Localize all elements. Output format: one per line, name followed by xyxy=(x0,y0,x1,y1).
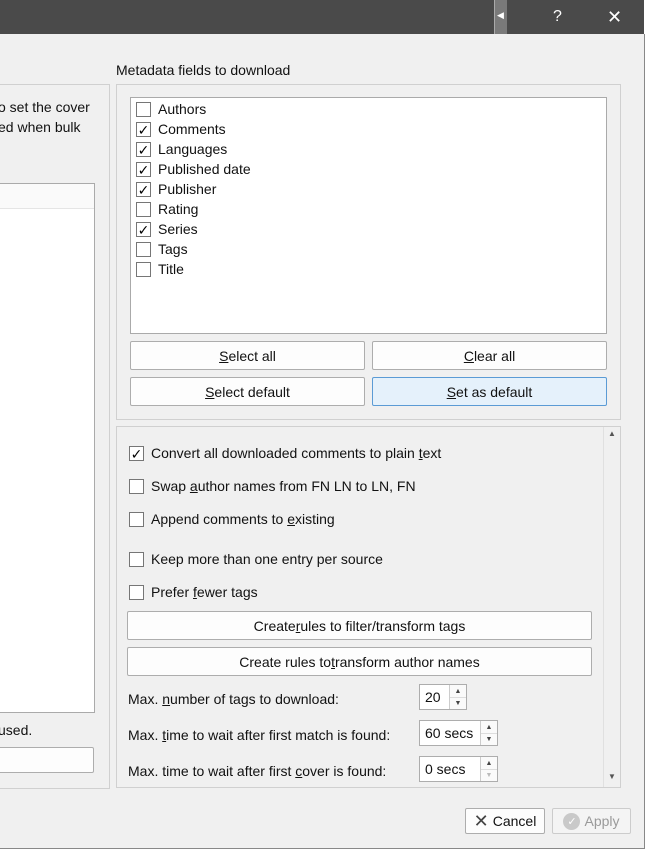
max-wait-cover-spinbox[interactable]: 0 secs ▲ ▼ xyxy=(419,756,498,782)
title-bar: ◀ ? ✕ xyxy=(0,0,644,34)
keep-more-checkbox[interactable] xyxy=(129,552,144,567)
field-checkbox[interactable] xyxy=(136,242,151,257)
clear-all-button[interactable]: Clear all xyxy=(372,341,607,370)
scroll-down-icon[interactable]: ▼ xyxy=(604,772,620,781)
field-list-item[interactable]: ✓ Languages xyxy=(134,140,599,160)
resize-handle[interactable]: ◀ xyxy=(494,0,507,34)
checkmark-icon: ✓ xyxy=(137,161,150,178)
max-tags-spinbox[interactable]: 20 ▲ ▼ xyxy=(419,684,467,710)
help-button[interactable]: ? xyxy=(535,0,580,34)
field-label: Title xyxy=(158,261,184,277)
options-panel: ✓ Convert all downloaded comments to pla… xyxy=(116,426,621,788)
field-list-item[interactable]: ✓ Publisher xyxy=(134,180,599,200)
prefer-fewer-tags-label: Prefer fewer tags xyxy=(151,584,258,600)
prefer-fewer-tags-checkbox[interactable] xyxy=(129,585,144,600)
convert-comments-checkbox[interactable]: ✓ xyxy=(129,446,144,461)
left-description-line2: ed when bulk xyxy=(0,119,81,135)
field-list-item[interactable]: Tags xyxy=(134,240,599,260)
max-wait-match-spinbox[interactable]: 60 secs ▲ ▼ xyxy=(419,720,498,746)
field-list-item[interactable]: Title xyxy=(134,260,599,280)
close-button[interactable]: ✕ xyxy=(592,0,637,34)
checkmark-icon: ✓ xyxy=(137,121,150,138)
dialog-window: o set the cover ed when bulk used. Metad… xyxy=(0,34,645,849)
metadata-heading: Metadata fields to download xyxy=(116,62,291,78)
select-default-button[interactable]: Select default xyxy=(130,377,365,406)
cancel-x-icon: ✕ xyxy=(473,811,489,831)
field-label: Comments xyxy=(158,121,226,137)
checkmark-icon: ✓ xyxy=(137,181,150,198)
chevron-left-icon: ◀ xyxy=(497,10,504,20)
help-icon: ? xyxy=(553,8,562,25)
checkmark-icon: ✓ xyxy=(137,141,150,158)
close-icon: ✕ xyxy=(606,6,623,27)
field-checkbox[interactable] xyxy=(136,202,151,217)
checkmark-icon: ✓ xyxy=(130,445,143,462)
field-checkbox[interactable] xyxy=(136,262,151,277)
source-list[interactable] xyxy=(0,183,95,713)
select-all-button[interactable]: Select all xyxy=(130,341,365,370)
scroll-up-icon[interactable]: ▲ xyxy=(604,429,620,438)
source-list-header xyxy=(0,184,94,209)
field-checkbox[interactable]: ✓ xyxy=(136,142,151,157)
field-list-item[interactable]: Rating xyxy=(134,200,599,220)
swap-author-checkbox[interactable] xyxy=(129,479,144,494)
checkmark-icon: ✓ xyxy=(137,221,150,238)
swap-author-label: Swap author names from FN LN to LN, FN xyxy=(151,478,416,494)
field-label: Publisher xyxy=(158,181,217,197)
convert-comments-label: Convert all downloaded comments to plain… xyxy=(151,445,442,461)
metadata-field-list[interactable]: Authors ✓ Comments ✓ Languages ✓ Published dat… xyxy=(130,97,607,334)
field-label: Published date xyxy=(158,161,251,177)
field-list-item[interactable]: ✓ Published date xyxy=(134,160,599,180)
field-list-item[interactable]: Authors xyxy=(134,100,599,120)
field-checkbox[interactable] xyxy=(136,102,151,117)
max-wait-match-label: Max. time to wait after first match is f… xyxy=(128,727,391,743)
cancel-button[interactable]: ✕ Cancel xyxy=(465,808,545,834)
set-as-default-button[interactable]: Set as default xyxy=(372,377,607,406)
max-wait-cover-label: Max. time to wait after first cover is f… xyxy=(128,763,387,779)
apply-button[interactable]: ✓ Apply xyxy=(552,808,631,834)
field-checkbox[interactable]: ✓ xyxy=(136,222,151,237)
create-tag-rules-button[interactable]: Create r ules to filter/transform tags xyxy=(127,611,592,640)
append-comments-label: Append comments to existing xyxy=(151,511,335,527)
options-scrollbar[interactable]: ▲ ▼ xyxy=(603,427,620,787)
field-list-item[interactable]: ✓ Series xyxy=(134,220,599,240)
left-bottom-text: used. xyxy=(0,722,33,738)
field-checkbox[interactable]: ✓ xyxy=(136,122,151,137)
left-panel: o set the cover ed when bulk used. xyxy=(0,84,110,789)
spin-down-icon[interactable]: ▼ xyxy=(481,733,497,745)
field-checkbox[interactable]: ✓ xyxy=(136,182,151,197)
keep-more-label: Keep more than one entry per source xyxy=(151,551,383,567)
spin-down-icon[interactable]: ▼ xyxy=(481,769,497,781)
apply-check-icon: ✓ xyxy=(563,812,581,830)
field-label: Languages xyxy=(158,141,228,157)
field-list-item[interactable]: ✓ Comments xyxy=(134,120,599,140)
left-bottom-button[interactable] xyxy=(0,747,94,773)
create-author-rules-button[interactable]: Create rules to t ransform author names xyxy=(127,647,592,676)
field-label: Tags xyxy=(158,241,188,257)
max-tags-label: Max. number of tags to download: xyxy=(128,691,339,707)
metadata-group: Authors ✓ Comments ✓ Languages ✓ Published dat… xyxy=(116,84,621,420)
scrollbar-thumb[interactable] xyxy=(607,445,617,765)
field-checkbox[interactable]: ✓ xyxy=(136,162,151,177)
field-label: Authors xyxy=(158,101,207,117)
spin-down-icon[interactable]: ▼ xyxy=(450,697,466,709)
field-label: Series xyxy=(158,221,198,237)
left-description-line1: o set the cover xyxy=(0,99,90,115)
append-comments-checkbox[interactable] xyxy=(129,512,144,527)
field-label: Rating xyxy=(158,201,199,217)
